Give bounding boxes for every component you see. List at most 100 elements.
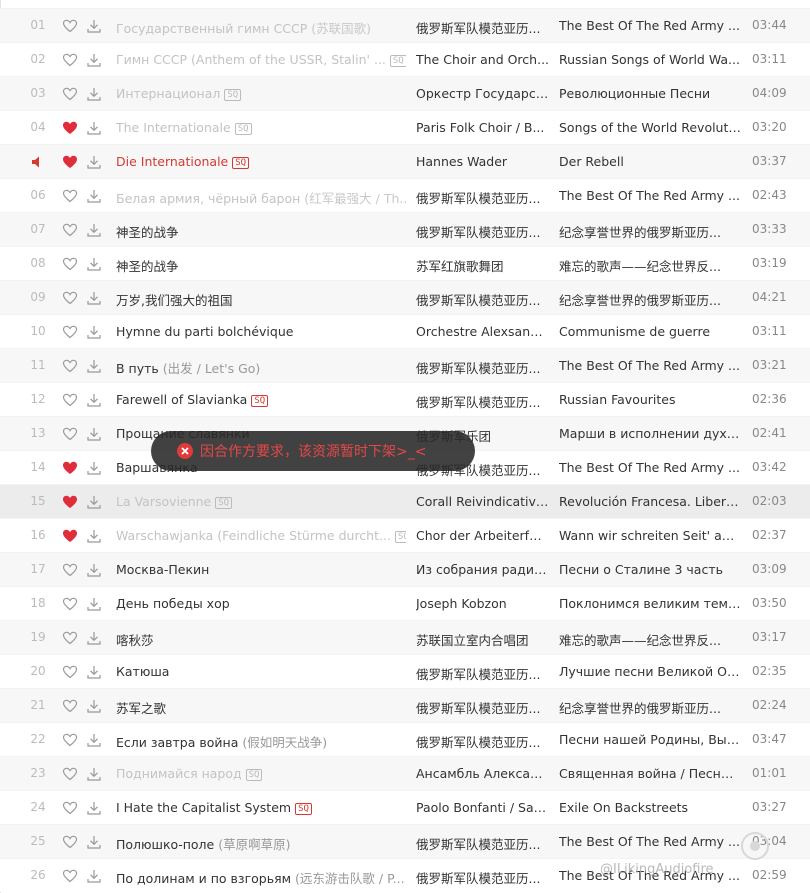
track-album[interactable]: Wann wir schreiten Seit' an ...: [559, 528, 741, 543]
download-icon[interactable]: [86, 868, 102, 884]
track-title[interactable]: The Internationale SQ: [116, 120, 406, 135]
heart-icon[interactable]: [62, 630, 78, 646]
track-album[interactable]: Communisme de guerre: [559, 324, 741, 339]
track-album[interactable]: Der Rebell: [559, 154, 741, 169]
track-title[interactable]: Hymne du parti bolchévique: [116, 324, 406, 339]
track-album[interactable]: The Best Of The Red Army ...: [559, 188, 741, 203]
track-title[interactable]: 喀秋莎: [116, 630, 406, 649]
track-album[interactable]: The Best Of The Red Army ...: [559, 460, 741, 475]
track-title[interactable]: Поднимайся народ SQ: [116, 766, 406, 781]
heart-icon[interactable]: [62, 18, 78, 34]
track-album[interactable]: The Best Of The Red Army ...: [559, 834, 741, 849]
heart-filled-icon[interactable]: [62, 460, 78, 476]
track-artist[interactable]: Ансамбль Алексан...: [416, 766, 549, 781]
heart-filled-icon[interactable]: [62, 494, 78, 510]
track-row[interactable]: 09 万岁,我们强大的祖国 俄罗斯军队模范亚历... 纪念享誉世界的俄罗斯亚历... 0…: [0, 280, 810, 314]
track-title[interactable]: В путь (出发 / Let's Go): [116, 358, 406, 377]
track-artist[interactable]: 俄罗斯军队模范亚历...: [416, 188, 549, 207]
track-artist[interactable]: 俄罗斯军队模范亚历...: [416, 290, 549, 309]
track-album[interactable]: Песни нашей Родины, Вып...: [559, 732, 741, 747]
track-album[interactable]: Russian Favourites: [559, 392, 741, 407]
heart-filled-icon[interactable]: [62, 154, 78, 170]
track-row[interactable]: 16 Warschawjanka (Feindliche Stürme durch…: [0, 518, 810, 552]
track-album[interactable]: Революционные Песни: [559, 86, 741, 101]
track-row[interactable]: 17 Москва-Пекин Из собрания радио... Песни …: [0, 552, 810, 586]
track-artist[interactable]: Corall Reivindicativa...: [416, 494, 549, 509]
track-title[interactable]: I Hate the Capitalist System SQ: [116, 800, 406, 815]
download-icon[interactable]: [86, 222, 102, 238]
track-row[interactable]: 23 Поднимайся народ SQ Ансамбль Алексан... С…: [0, 756, 810, 790]
track-album[interactable]: 纪念享誉世界的俄罗斯亚历...: [559, 698, 741, 717]
track-title[interactable]: Если завтра война (假如明天战争): [116, 732, 406, 751]
download-icon[interactable]: [86, 188, 102, 204]
track-artist[interactable]: 俄罗斯军队模范亚历...: [416, 358, 549, 377]
track-album[interactable]: The Best Of The Red Army ...: [559, 18, 741, 33]
track-row[interactable]: 24 I Hate the Capitalist System SQ Paolo Bo…: [0, 790, 810, 824]
download-icon[interactable]: [86, 528, 102, 544]
heart-icon[interactable]: [62, 290, 78, 306]
heart-icon[interactable]: [62, 188, 78, 204]
heart-icon[interactable]: [62, 222, 78, 238]
heart-icon[interactable]: [62, 256, 78, 272]
track-artist[interactable]: Paolo Bonfanti / Sar...: [416, 800, 549, 815]
heart-icon[interactable]: [62, 868, 78, 884]
heart-icon[interactable]: [62, 766, 78, 782]
track-title[interactable]: 神圣的战争: [116, 222, 406, 241]
track-row[interactable]: 12 Farewell of Slavianka SQ 俄罗斯军队模范亚历... Rus…: [0, 382, 810, 416]
track-artist[interactable]: Orchestre Alexsandrov: [416, 324, 549, 339]
track-title[interactable]: 神圣的战争: [116, 256, 406, 275]
download-icon[interactable]: [86, 392, 102, 408]
download-icon[interactable]: [86, 562, 102, 578]
download-icon[interactable]: [86, 52, 102, 68]
track-row[interactable]: 01 Государственный гимн СССР (苏联国歌) 俄罗斯军队模范…: [0, 8, 810, 42]
download-icon[interactable]: [86, 18, 102, 34]
download-icon[interactable]: [86, 358, 102, 374]
track-title[interactable]: Warschawjanka (Feindliche Stürme durcht.…: [116, 528, 406, 543]
track-album[interactable]: Exile On Backstreets: [559, 800, 741, 815]
track-title[interactable]: Полюшко-поле (草原啊草原): [116, 834, 406, 853]
track-title[interactable]: Die Internationale SQ: [116, 154, 406, 169]
track-title[interactable]: День победы хор: [116, 596, 406, 611]
heart-icon[interactable]: [62, 426, 78, 442]
track-album[interactable]: Песни о Сталине 3 часть: [559, 562, 741, 577]
track-row[interactable]: 11 В путь (出发 / Let's Go) 俄罗斯军队模范亚历... The B…: [0, 348, 810, 382]
heart-filled-icon[interactable]: [62, 528, 78, 544]
track-row[interactable]: 19 喀秋莎 苏联国立室内合唱团 难忘的歌声——纪念世界反... 03:17: [0, 620, 810, 654]
heart-icon[interactable]: [62, 732, 78, 748]
download-icon[interactable]: [86, 800, 102, 816]
track-artist[interactable]: 俄罗斯军队模范亚历...: [416, 834, 549, 853]
track-title[interactable]: Гимн СССР (Anthem of the USSR, Stalin' .…: [116, 52, 406, 67]
track-artist[interactable]: 俄罗斯军队模范亚历...: [416, 732, 549, 751]
download-icon[interactable]: [86, 596, 102, 612]
heart-icon[interactable]: [62, 698, 78, 714]
heart-icon[interactable]: [62, 596, 78, 612]
track-title[interactable]: Катюша: [116, 664, 406, 679]
track-row[interactable]: 21 苏军之歌 俄罗斯军队模范亚历... 纪念享誉世界的俄罗斯亚历... 02:24: [0, 688, 810, 722]
track-album[interactable]: Лучшие песни Великой Оте...: [559, 664, 741, 679]
download-icon[interactable]: [86, 460, 102, 476]
track-album[interactable]: 纪念享誉世界的俄罗斯亚历...: [559, 290, 741, 309]
track-album[interactable]: Russian Songs of World Wa...: [559, 52, 741, 67]
heart-icon[interactable]: [62, 52, 78, 68]
track-artist[interactable]: The Choir and Orch...: [416, 52, 549, 67]
download-icon[interactable]: [86, 120, 102, 136]
heart-icon[interactable]: [62, 834, 78, 850]
track-row[interactable]: 04 The Internationale SQ Paris Folk Choir /…: [0, 110, 810, 144]
track-title[interactable]: По долинам и по взгорьям (远东游击队歌 / P...: [116, 868, 406, 887]
download-icon[interactable]: [86, 732, 102, 748]
download-icon[interactable]: [86, 290, 102, 306]
download-icon[interactable]: [86, 834, 102, 850]
track-artist[interactable]: 俄罗斯军队模范亚历...: [416, 222, 549, 241]
download-icon[interactable]: [86, 426, 102, 442]
track-title[interactable]: Интернационал SQ: [116, 86, 406, 101]
track-artist[interactable]: 俄罗斯军队模范亚历...: [416, 698, 549, 717]
download-icon[interactable]: [86, 324, 102, 340]
track-row[interactable]: Die Internationale SQ Hannes Wader Der Rebe…: [0, 144, 810, 178]
track-title[interactable]: 苏军之歌: [116, 698, 406, 717]
track-artist[interactable]: 俄罗斯军队模范亚历...: [416, 664, 549, 683]
download-icon[interactable]: [86, 494, 102, 510]
track-album[interactable]: 难忘的歌声——纪念世界反...: [559, 630, 741, 649]
track-artist[interactable]: Hannes Wader: [416, 154, 549, 169]
track-row[interactable]: 18 День победы хор Joseph Kobzon Поклонимся…: [0, 586, 810, 620]
track-artist[interactable]: 苏联国立室内合唱团: [416, 630, 549, 649]
